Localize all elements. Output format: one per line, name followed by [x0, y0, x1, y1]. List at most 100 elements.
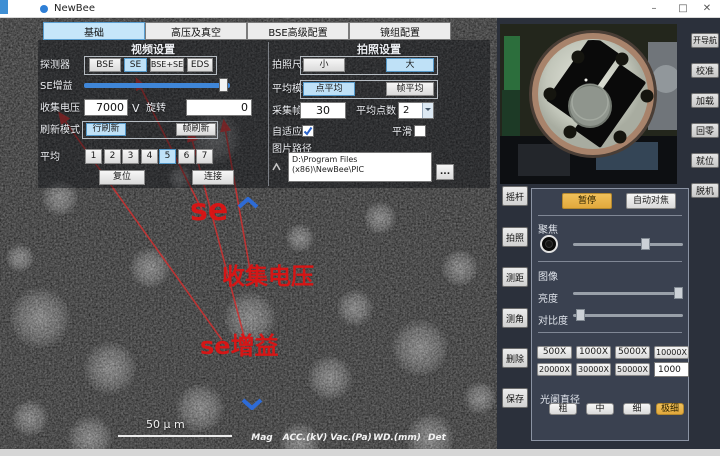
snapshot-button[interactable]: 拍照	[502, 227, 528, 247]
close-button[interactable]: ✕	[698, 1, 716, 16]
app-icon	[40, 5, 48, 13]
adaptive-checkbox[interactable]	[302, 125, 314, 137]
mag-20000x-button[interactable]: 20000X	[537, 363, 572, 376]
average-7-button[interactable]: 7	[196, 149, 213, 164]
tab-bse-advanced[interactable]: BSE高级配置	[247, 22, 349, 40]
status-bar: MagACC.(kV)Vac.(Pa)WD.(mm)Det 1000130.01…	[243, 425, 453, 449]
average-2-button[interactable]: 2	[104, 149, 121, 164]
contrast-thumb[interactable]	[576, 309, 585, 321]
check-icon	[303, 126, 313, 136]
status-header-vac: Vac.(Pa)	[329, 433, 373, 443]
refresh-mode-label: 刷新模式	[40, 126, 80, 136]
aperture-coarse-button[interactable]: 粗	[549, 403, 577, 415]
frames-input[interactable]	[300, 102, 346, 119]
minimize-button[interactable]: –	[645, 1, 663, 16]
status-header-det: Det	[421, 433, 453, 443]
brightness-slider[interactable]	[573, 286, 683, 300]
point-average-button[interactable]: 点平均	[303, 82, 355, 96]
focus-track[interactable]	[573, 243, 683, 246]
autofocus-button[interactable]: 自动对焦	[626, 193, 676, 209]
detector-bse-button[interactable]: BSE	[89, 58, 121, 72]
tab-lens-config[interactable]: 镜组配置	[349, 22, 451, 40]
chamber-camera-view	[500, 24, 677, 184]
detector-se-button[interactable]: SE	[124, 58, 147, 72]
smooth-label: 平滑	[392, 128, 412, 138]
offline-button[interactable]: 脱机	[691, 183, 719, 198]
rotation-input[interactable]	[186, 99, 252, 116]
voltage-unit-label: V	[132, 103, 140, 114]
window-bottom-edge	[0, 449, 720, 456]
image-path-box[interactable]: D:\Program Files (x86)\NewBee\PIC	[288, 152, 432, 182]
aperture-extra-fine-button[interactable]: 极细	[656, 403, 684, 415]
browse-button[interactable]: ...	[436, 164, 454, 180]
focus-thumb[interactable]	[641, 238, 650, 250]
divider	[538, 261, 682, 262]
se-gain-track[interactable]	[84, 83, 230, 88]
focus-slider[interactable]	[573, 237, 683, 251]
contrast-label: 对比度	[538, 312, 568, 327]
photo-settings-title: 拍照设置	[268, 44, 490, 55]
status-header-wd: WD.(mm)	[373, 433, 421, 443]
mag-10000x-button[interactable]: 10000X	[654, 346, 689, 359]
frame-average-button[interactable]: 帧平均	[386, 82, 434, 96]
mag-input[interactable]	[654, 362, 689, 377]
mag-500x-button[interactable]: 500X	[537, 346, 572, 359]
divider	[538, 332, 682, 333]
average-4-button[interactable]: 4	[141, 149, 158, 164]
mag-30000x-button[interactable]: 30000X	[576, 363, 611, 376]
frame-refresh-button[interactable]: 帧刷新	[176, 123, 216, 136]
delete-button[interactable]: 删除	[502, 348, 528, 368]
contrast-slider[interactable]	[573, 308, 683, 322]
maximize-button[interactable]: □	[674, 1, 692, 16]
aperture-medium-button[interactable]: 中	[586, 403, 614, 415]
annotation-se: se	[190, 196, 228, 226]
measure-angle-button[interactable]: 测角	[502, 308, 528, 328]
reset-button[interactable]: 复位	[99, 170, 145, 185]
collect-voltage-label: 收集电压	[40, 104, 80, 114]
focus-knob[interactable]	[540, 235, 558, 253]
size-small-button[interactable]: 小	[303, 58, 345, 72]
contrast-track[interactable]	[573, 314, 683, 317]
detector-bse-se-button[interactable]: BSE+SE	[150, 58, 184, 72]
annotation-collect-voltage: 收集电压	[222, 266, 314, 289]
aperture-fine-button[interactable]: 细	[623, 403, 651, 415]
load-button[interactable]: 加载	[691, 93, 719, 108]
grip-icon	[272, 162, 281, 171]
home-button[interactable]: 回零	[691, 123, 719, 138]
average-1-button[interactable]: 1	[85, 149, 102, 164]
panel-divider	[268, 42, 269, 186]
window-title: NewBee	[54, 3, 95, 14]
se-gain-label: SE增益	[40, 82, 73, 92]
open-navigation-button[interactable]: 开导航	[691, 33, 719, 48]
avg-points-select[interactable]: 2	[398, 102, 434, 119]
average-6-button[interactable]: 6	[178, 149, 195, 164]
calibrate-button[interactable]: 校准	[691, 63, 719, 78]
pause-button[interactable]: 暂停	[562, 193, 612, 209]
average-3-button[interactable]: 3	[122, 149, 139, 164]
chevron-down-icon[interactable]	[241, 398, 263, 410]
mag-5000x-button[interactable]: 5000X	[615, 346, 650, 359]
collect-voltage-input[interactable]	[84, 99, 128, 116]
tab-hv-vacuum[interactable]: 高压及真空	[145, 22, 247, 40]
detector-label: 探测器	[40, 61, 70, 71]
se-gain-thumb[interactable]	[219, 78, 228, 92]
in-position-button[interactable]: 就位	[691, 153, 719, 168]
mag-50000x-button[interactable]: 50000X	[615, 363, 650, 376]
brightness-thumb[interactable]	[674, 287, 683, 299]
size-large-button[interactable]: 大	[386, 58, 434, 72]
connect-button[interactable]: 连接	[192, 170, 234, 185]
joystick-button[interactable]: 摇杆	[502, 186, 528, 206]
measure-distance-button[interactable]: 测距	[502, 267, 528, 287]
mag-1000x-button[interactable]: 1000X	[576, 346, 611, 359]
chevron-up-icon[interactable]	[237, 197, 259, 209]
line-refresh-button[interactable]: 行刷新	[86, 123, 126, 136]
se-gain-slider[interactable]	[84, 78, 230, 92]
brightness-track[interactable]	[573, 292, 683, 295]
dropdown-arrow-icon[interactable]	[422, 103, 433, 118]
average-5-button[interactable]: 5	[159, 149, 176, 164]
detector-eds-button[interactable]: EDS	[187, 58, 213, 72]
adaptive-label: 自适应	[272, 128, 302, 138]
tab-basic[interactable]: 基础	[43, 22, 145, 40]
smooth-checkbox[interactable]	[414, 125, 426, 137]
save-button[interactable]: 保存	[502, 388, 528, 408]
